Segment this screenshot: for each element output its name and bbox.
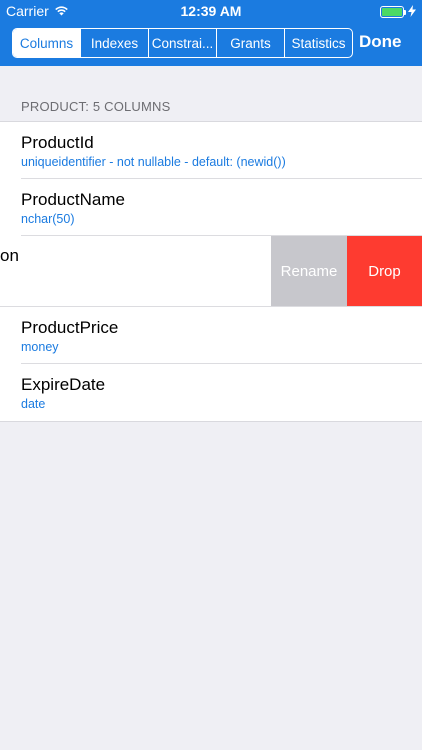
drop-button[interactable]: Drop (347, 236, 422, 307)
row-subtitle: money (21, 340, 59, 354)
row-title: ExpireDate (21, 375, 106, 394)
section-header: PRODUCT: 5 COLUMNS (21, 99, 171, 114)
tab-constraints[interactable]: Constrai... (149, 29, 217, 57)
row-subtitle: date (21, 397, 46, 411)
tab-statistics[interactable]: Statistics (285, 29, 352, 57)
row-title: on (0, 246, 19, 265)
row-subtitle: nchar(50) (21, 212, 75, 226)
table-row[interactable]: ExpireDate date (0, 364, 422, 421)
battery-icon (380, 6, 406, 18)
status-bar: Carrier 12:39 AM (0, 0, 422, 22)
tab-columns[interactable]: Columns (13, 29, 81, 57)
navigation-bar: Carrier 12:39 AM Columns Indexes Constra… (0, 0, 422, 66)
table-row-swiped[interactable]: on Rename Drop (0, 236, 422, 307)
status-time: 12:39 AM (180, 3, 242, 19)
swipe-actions: Rename Drop (271, 236, 422, 307)
table-row[interactable]: ProductPrice money (0, 307, 422, 364)
status-right (380, 4, 416, 20)
tab-segmented-control: Columns Indexes Constrai... Grants Stati… (12, 28, 353, 58)
table-row[interactable]: ProductName nchar(50) (0, 179, 422, 236)
row-title: ProductId (21, 133, 94, 152)
row-title: ProductName (21, 190, 125, 209)
charging-icon (408, 4, 416, 20)
table-row[interactable]: ProductId uniqueidentifier - not nullabl… (0, 122, 422, 179)
row-title: ProductPrice (21, 318, 119, 337)
columns-table: ProductId uniqueidentifier - not nullabl… (0, 121, 422, 422)
tab-grants[interactable]: Grants (217, 29, 285, 57)
tab-indexes[interactable]: Indexes (81, 29, 149, 57)
row-subtitle: uniqueidentifier - not nullable - defaul… (21, 155, 286, 169)
rename-button[interactable]: Rename (271, 236, 347, 307)
done-button[interactable]: Done (359, 32, 402, 52)
